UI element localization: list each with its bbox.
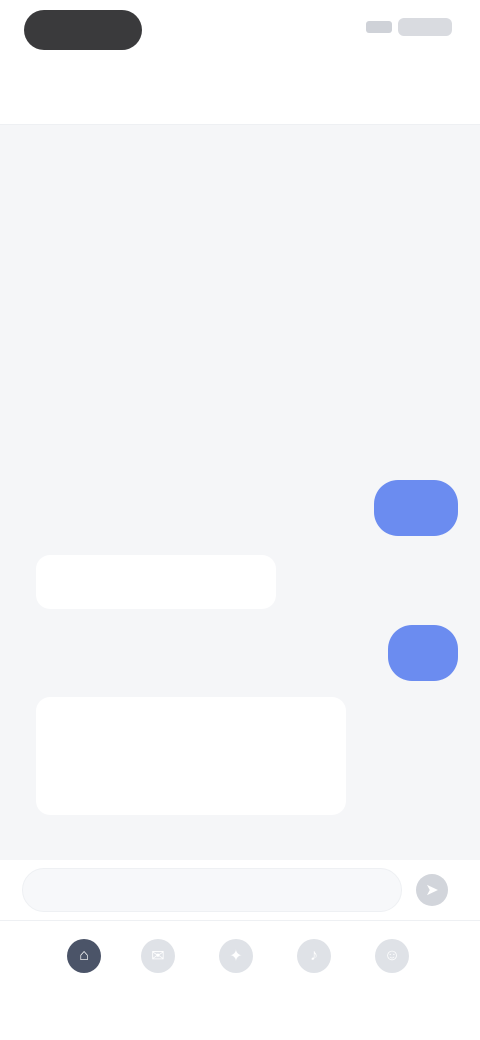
send-icon: ➤ bbox=[425, 882, 439, 899]
status-bar bbox=[0, 0, 480, 64]
message-list[interactable] bbox=[0, 125, 480, 860]
assistant-message-bubble[interactable] bbox=[36, 555, 276, 609]
chat-app: ➤ ⌂ ✉ ✦ ♪ ☺ bbox=[0, 0, 480, 1040]
dynamic-island bbox=[24, 10, 142, 50]
home-icon: ⌂ bbox=[67, 939, 101, 973]
bell-icon: ♪ bbox=[297, 939, 331, 973]
assistant-message-bubble[interactable] bbox=[36, 697, 346, 815]
send-button[interactable]: ➤ bbox=[416, 874, 448, 906]
status-icons bbox=[366, 18, 452, 36]
user-message-bubble[interactable] bbox=[388, 625, 458, 681]
nav-item-profile[interactable]: ☺ bbox=[352, 939, 432, 1019]
nav-item-explore[interactable]: ✦ bbox=[196, 939, 276, 1019]
nav-item-chat[interactable]: ✉ bbox=[118, 939, 198, 1019]
chat-header bbox=[0, 64, 480, 125]
battery-icon bbox=[398, 18, 452, 36]
profile-icon: ☺ bbox=[375, 939, 409, 973]
bottom-navigation: ⌂ ✉ ✦ ♪ ☺ bbox=[0, 920, 480, 1040]
nav-item-notifications[interactable]: ♪ bbox=[274, 939, 354, 1019]
user-message-bubble[interactable] bbox=[374, 480, 458, 536]
explore-icon: ✦ bbox=[219, 939, 253, 973]
message-input[interactable] bbox=[22, 868, 402, 912]
chat-icon: ✉ bbox=[141, 939, 175, 973]
composer: ➤ bbox=[0, 860, 480, 920]
signal-icon bbox=[366, 21, 392, 33]
nav-item-home[interactable]: ⌂ bbox=[44, 939, 124, 1019]
